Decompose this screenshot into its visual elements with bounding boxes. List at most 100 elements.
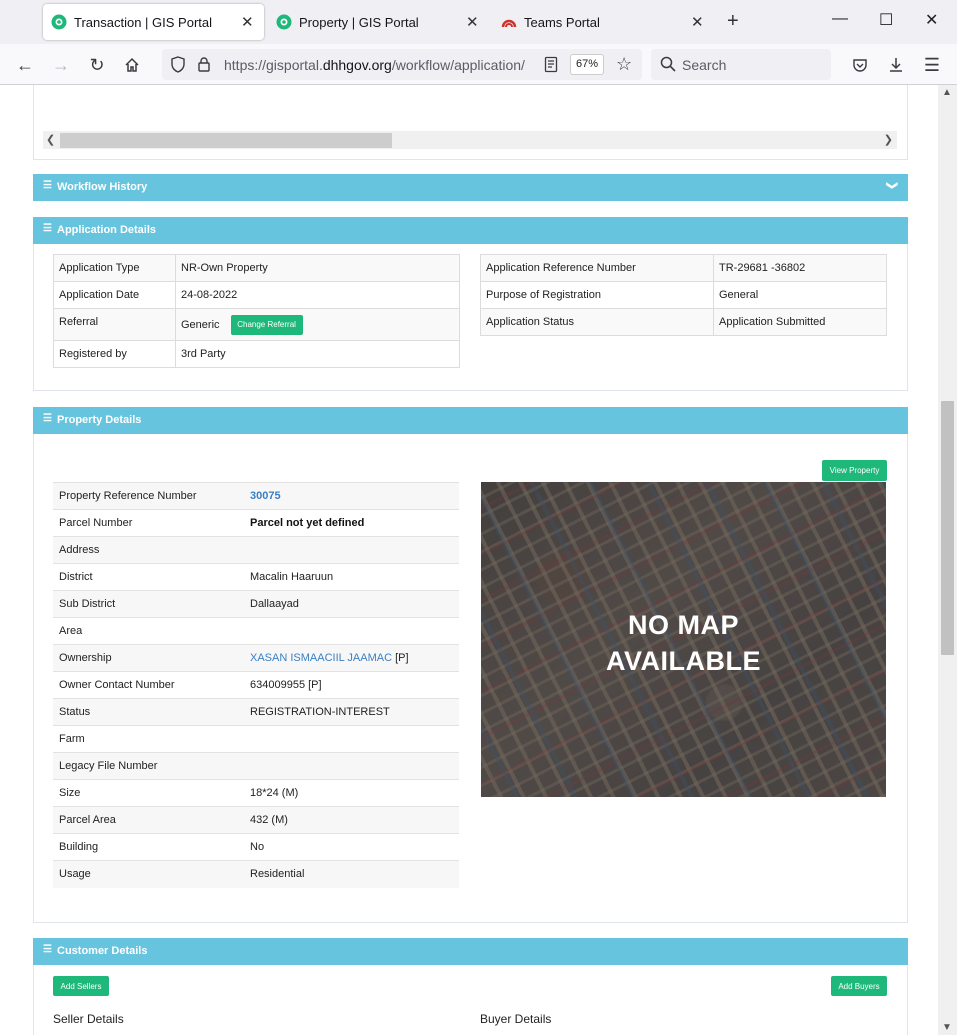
add-sellers-button[interactable]: Add Sellers <box>53 976 109 996</box>
field-value: 3rd Party <box>175 340 460 368</box>
table-row: Farm <box>53 725 459 753</box>
table-row: Application Status Application Submitted <box>480 308 887 336</box>
table-row: District Macalin Haaruun <box>53 563 459 591</box>
field-value: XASAN ISMAACIIL JAAMAC [P] <box>244 644 459 672</box>
close-tab-icon[interactable]: ✕ <box>691 13 704 31</box>
menu-icon[interactable]: ☰ <box>920 53 944 77</box>
field-value <box>244 536 459 564</box>
no-map-text: AVAILABLE <box>606 646 761 676</box>
workflow-history-header[interactable]: ☰ Workflow History ❯ <box>33 174 908 201</box>
owner-type: [P] <box>392 652 409 664</box>
tab-property[interactable]: Property | GIS Portal ✕ <box>268 4 490 40</box>
property-reference-link[interactable]: 30075 <box>244 482 459 510</box>
field-label: Farm <box>53 725 244 753</box>
table-row: Ownership XASAN ISMAACIIL JAAMAC [P] <box>53 644 459 672</box>
view-property-button[interactable]: View Property <box>822 460 887 481</box>
field-label: Application Status <box>480 308 714 336</box>
search-icon <box>660 56 676 77</box>
teams-portal-favicon-icon <box>501 19 517 28</box>
scroll-up-icon[interactable]: ▲ <box>942 87 952 98</box>
field-value: 18*24 (M) <box>244 779 459 807</box>
table-row: Purpose of Registration General <box>480 281 887 309</box>
table-row: Parcel Area 432 (M) <box>53 806 459 834</box>
field-label: District <box>53 563 244 591</box>
change-referral-button[interactable]: Change Referral <box>230 314 303 335</box>
field-label: Application Date <box>53 281 176 309</box>
horizontal-scrollbar[interactable]: ❮ ❯ <box>43 131 897 149</box>
chevron-down-icon[interactable]: ❯ <box>886 181 899 190</box>
tab-teams[interactable]: Teams Portal ✕ <box>493 4 715 40</box>
address-bar[interactable]: https://gisportal.dhhgov.org/workflow/ap… <box>162 49 642 80</box>
field-label: Application Type <box>53 254 176 282</box>
scroll-right-icon[interactable]: ❯ <box>884 133 893 146</box>
shield-icon[interactable] <box>170 56 186 78</box>
field-value: Macalin Haaruun <box>244 563 459 591</box>
minimize-icon[interactable]: — <box>832 10 848 28</box>
reload-icon[interactable]: ↻ <box>85 53 109 77</box>
field-label: Size <box>53 779 244 807</box>
new-tab-icon[interactable]: + <box>727 10 739 33</box>
forward-icon[interactable]: → <box>49 53 73 77</box>
table-row: Address <box>53 536 459 564</box>
vertical-scrollbar[interactable]: ▲ ▼ <box>938 85 957 1035</box>
scrollbar-thumb[interactable] <box>60 133 392 148</box>
field-value: General <box>713 281 887 309</box>
scroll-left-icon[interactable]: ❮ <box>46 133 55 146</box>
downloads-icon[interactable] <box>884 53 908 77</box>
referral-value: Generic <box>181 318 220 331</box>
seller-details-label: Seller Details <box>53 1012 124 1026</box>
field-value: Dallaayad <box>244 590 459 618</box>
application-details-left-table: Application Type NR-Own Property Applica… <box>53 254 460 368</box>
list-icon: ☰ <box>43 223 52 234</box>
field-label: Registered by <box>53 340 176 368</box>
tab-strip: Transaction | GIS Portal ✕ Property | GI… <box>0 0 957 44</box>
property-details-table: Property Reference Number 30075 Parcel N… <box>53 482 459 888</box>
close-tab-icon[interactable]: ✕ <box>241 13 254 31</box>
field-value: 432 (M) <box>244 806 459 834</box>
table-row: Application Type NR-Own Property <box>53 254 460 282</box>
buyer-details-label: Buyer Details <box>480 1012 552 1026</box>
field-label: Building <box>53 833 244 861</box>
section-title: Property Details <box>57 414 142 426</box>
owner-link[interactable]: XASAN ISMAACIIL JAAMAC <box>250 652 392 664</box>
zoom-level[interactable]: 67% <box>570 54 604 75</box>
field-value: 24-08-2022 <box>175 281 460 309</box>
table-row: Application Reference Number TR-29681 -3… <box>480 254 887 282</box>
field-label: Owner Contact Number <box>53 671 244 699</box>
field-value: Residential <box>244 860 459 888</box>
navigation-toolbar: ← → ↻ https://gisportal.dhhgov.org/workf… <box>0 44 957 85</box>
field-value: Application Submitted <box>713 308 887 336</box>
field-value: TR-29681 -36802 <box>713 254 887 282</box>
search-box[interactable]: Search <box>651 49 831 80</box>
table-row: Area <box>53 617 459 645</box>
field-label: Status <box>53 698 244 726</box>
close-window-icon[interactable]: ✕ <box>925 10 938 30</box>
application-details-right-table: Application Reference Number TR-29681 -3… <box>480 254 887 336</box>
tab-transaction[interactable]: Transaction | GIS Portal ✕ <box>43 4 264 40</box>
add-buyers-button[interactable]: Add Buyers <box>831 976 887 996</box>
section-title: Workflow History <box>57 181 148 193</box>
field-label: Purpose of Registration <box>480 281 714 309</box>
lock-icon[interactable] <box>197 56 211 78</box>
field-value: NR-Own Property <box>175 254 460 282</box>
maximize-icon[interactable]: ☐ <box>879 10 893 30</box>
table-row: Building No <box>53 833 459 861</box>
table-row: Owner Contact Number 634009955 [P] <box>53 671 459 699</box>
close-tab-icon[interactable]: ✕ <box>466 13 479 31</box>
url-text[interactable]: https://gisportal.dhhgov.org/workflow/ap… <box>224 57 532 73</box>
home-icon[interactable] <box>120 53 144 77</box>
back-icon[interactable]: ← <box>13 53 37 77</box>
pocket-icon[interactable] <box>848 53 872 77</box>
field-value: Generic Change Referral <box>175 308 460 341</box>
field-value: REGISTRATION-INTEREST <box>244 698 459 726</box>
bookmark-star-icon[interactable]: ☆ <box>616 54 632 75</box>
reader-view-icon[interactable] <box>544 56 558 78</box>
section-title: Application Details <box>57 224 157 236</box>
scrollbar-thumb[interactable] <box>941 401 954 655</box>
field-label: Property Reference Number <box>53 482 244 510</box>
field-label: Application Reference Number <box>480 254 714 282</box>
scroll-down-icon[interactable]: ▼ <box>942 1022 952 1033</box>
table-row: Referral Generic Change Referral <box>53 308 460 341</box>
section-title: Customer Details <box>57 945 148 957</box>
application-details-header: ☰ Application Details <box>33 217 908 244</box>
